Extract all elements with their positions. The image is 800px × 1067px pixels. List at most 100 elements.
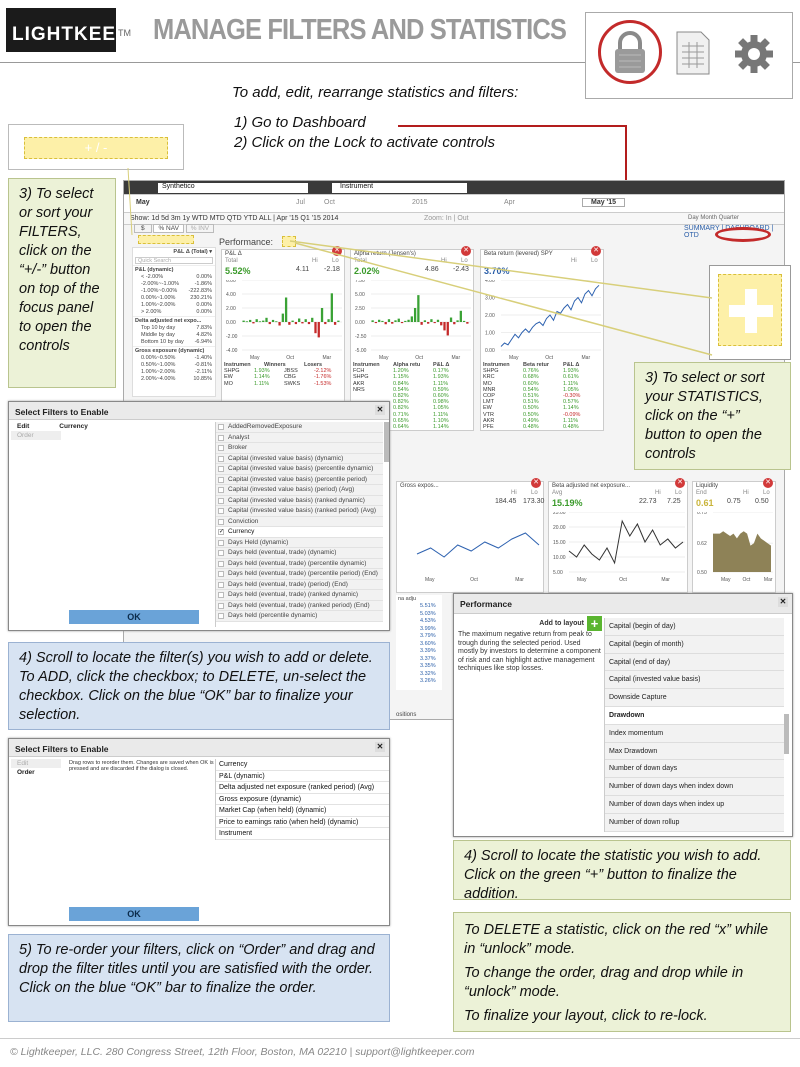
filter-row[interactable]: -1.00%~0.00% -222.83% [133, 288, 215, 295]
checkbox[interactable] [218, 613, 224, 619]
close-icon[interactable]: ✕ [461, 246, 471, 256]
filter-option[interactable]: Days held (eventual, trade) (dynamic) [216, 548, 383, 559]
stat-option[interactable]: Capital (invested value basis) [605, 671, 784, 690]
filter-option[interactable]: ✓ Currency [216, 527, 383, 538]
stat-option[interactable]: Number of down days when index down [605, 778, 784, 796]
stat-option[interactable]: Number of down days [605, 760, 784, 779]
filter-row[interactable]: -2.00%~-1.00% -1.86% [133, 281, 215, 288]
stat-option[interactable]: Downside Capture [605, 689, 784, 707]
filter-option[interactable]: Capital (invested value basis) (period) … [216, 485, 383, 496]
checkbox[interactable] [218, 434, 224, 441]
timeline-bar[interactable]: May Jul Oct 2015 Apr May '15 [124, 195, 784, 213]
checkbox[interactable] [218, 424, 224, 430]
filter-row[interactable]: 2.00%~4.00% 10.85% [133, 376, 215, 383]
filter-group-title[interactable]: Delta adjusted net expo... [133, 316, 215, 325]
stat-option[interactable]: Capital (end of day) [605, 654, 784, 672]
period-tabs[interactable]: Day Month Quarter [688, 215, 739, 221]
stat-option[interactable]: Max Drawdown [605, 743, 784, 761]
ok-button[interactable]: OK [69, 907, 199, 921]
tab-edit[interactable]: Edit Currency [11, 422, 211, 431]
filter-row[interactable]: 0.50%~1.00% -0.81% [133, 362, 215, 369]
order-item[interactable]: Market Cap (when held) (dynamic) [216, 805, 389, 817]
filter-option[interactable]: Capital (invested value basis) (ranked p… [216, 506, 383, 517]
filter-option[interactable]: Analyst [216, 432, 383, 443]
filter-option[interactable]: Capital (invested value basis) (dynamic) [216, 453, 383, 464]
lock-icon[interactable] [607, 30, 653, 76]
order-item[interactable]: Gross exposure (dynamic) [216, 793, 389, 805]
checkbox[interactable] [218, 445, 224, 451]
filter-option[interactable]: Capital (invested value basis) (percenti… [216, 474, 383, 493]
filter-option[interactable]: Capital (invested value basis) (ranked d… [216, 495, 383, 506]
filter-option[interactable]: Days held (eventual, trade) (percentile … [216, 558, 383, 569]
scrollbar[interactable] [784, 714, 789, 754]
filter-group-title[interactable]: Gross exposure (dynamic) [133, 346, 215, 355]
checkbox[interactable] [218, 581, 224, 588]
quick-search-input[interactable]: Quick Search [135, 257, 213, 264]
filter-panel-header[interactable]: P&L Δ (Total) ▾ [133, 248, 215, 256]
grouping-select[interactable]: Instrument [332, 183, 467, 193]
close-icon[interactable]: ✕ [591, 246, 601, 256]
tab-edit[interactable]: Edit [11, 759, 61, 768]
stat-option[interactable]: Number of down rollup [605, 814, 784, 832]
table-row[interactable]: MO 1.11% SWKS -1.53% [224, 381, 344, 387]
table-row[interactable]: PFE 0.48% 0.48% [483, 424, 603, 430]
checkbox[interactable] [218, 592, 224, 598]
filter-option[interactable]: Days Held (dynamic) [216, 537, 383, 548]
stat-option[interactable]: Number of down days when index up [605, 796, 784, 814]
filter-option[interactable]: Capital (invested value basis) (percenti… [216, 464, 383, 475]
filter-row[interactable]: 0.00%~1.00% 230.21% [133, 295, 215, 302]
plusminus-small[interactable] [138, 235, 194, 244]
stat-option[interactable]: Index momentum [605, 725, 784, 743]
filter-option[interactable]: Days held (eventual, trade) (percentile … [216, 569, 383, 580]
spreadsheet-icon[interactable] [673, 30, 713, 76]
close-icon[interactable]: ✕ [531, 478, 541, 488]
checkbox[interactable] [218, 518, 224, 525]
checkbox[interactable] [218, 476, 224, 483]
filter-option[interactable]: Conviction [216, 516, 383, 527]
order-item[interactable]: P&L (dynamic) [216, 770, 389, 782]
checkbox[interactable] [218, 550, 224, 556]
ok-button[interactable]: OK [69, 610, 199, 624]
filter-option[interactable]: Broker [216, 443, 383, 454]
close-icon[interactable]: ✕ [375, 405, 385, 415]
tab-nav[interactable]: % NAV [153, 224, 184, 233]
stat-option[interactable]: Capital (begin of month) [605, 636, 784, 654]
checkbox[interactable] [218, 602, 224, 609]
filter-option[interactable]: Days held (eventual, trade) (ranked peri… [216, 600, 383, 611]
close-icon[interactable]: ✕ [375, 742, 385, 752]
filter-row[interactable]: > 2.00% 0.00% [133, 309, 215, 316]
show-periods[interactable]: Show: 1d 5d 3m 1y WTD MTD QTD YTD ALL | … [130, 215, 338, 222]
close-icon[interactable]: ✕ [763, 478, 773, 488]
close-icon[interactable]: ✕ [332, 246, 342, 256]
filter-row[interactable]: < -2.00% 0.00% [133, 274, 215, 281]
filter-row[interactable]: Bottom 10 by day -6.94% [133, 339, 215, 346]
filter-option[interactable]: Days held (eventual, trade) (ranked dyna… [216, 590, 383, 601]
checkbox[interactable] [218, 560, 224, 567]
filter-row[interactable]: 1.00%~2.00% 0.00% [133, 302, 215, 309]
gear-icon[interactable] [732, 32, 776, 76]
filter-option[interactable]: Days held (percentile dynamic) [216, 611, 383, 622]
filter-group-title[interactable]: P&L (dynamic) [133, 265, 215, 274]
tab-dollar[interactable]: $ [134, 224, 152, 233]
order-item[interactable]: Price to earnings ratio (when held) (dyn… [216, 816, 389, 828]
checkbox[interactable] [218, 508, 224, 514]
checkbox-checked[interactable]: ✓ [218, 529, 224, 535]
filter-option[interactable]: Days held (eventual, trade) (period) (En… [216, 579, 383, 590]
close-icon[interactable]: ✕ [675, 478, 685, 488]
checkbox[interactable] [218, 455, 224, 462]
tab-order[interactable]: Order [11, 431, 61, 440]
add-stat-plus-button[interactable]: + [587, 616, 602, 631]
order-item[interactable]: Instrument [216, 828, 389, 840]
scrollbar[interactable] [384, 422, 389, 462]
checkbox[interactable] [218, 539, 224, 546]
filter-row[interactable]: Top 10 by day 7.83% [133, 325, 215, 332]
portfolio-select[interactable]: Synthetico [158, 183, 308, 193]
checkbox[interactable] [218, 571, 224, 577]
add-stat-button-small[interactable] [282, 236, 296, 247]
checkbox[interactable] [218, 487, 224, 493]
add-stat-button[interactable] [718, 274, 782, 346]
filter-row[interactable]: 0.00%~0.50% -1.40% [133, 355, 215, 362]
stat-option[interactable]: Capital (begin of day) [605, 618, 784, 636]
checkbox[interactable] [218, 497, 224, 504]
order-item[interactable]: Currency [216, 759, 389, 771]
